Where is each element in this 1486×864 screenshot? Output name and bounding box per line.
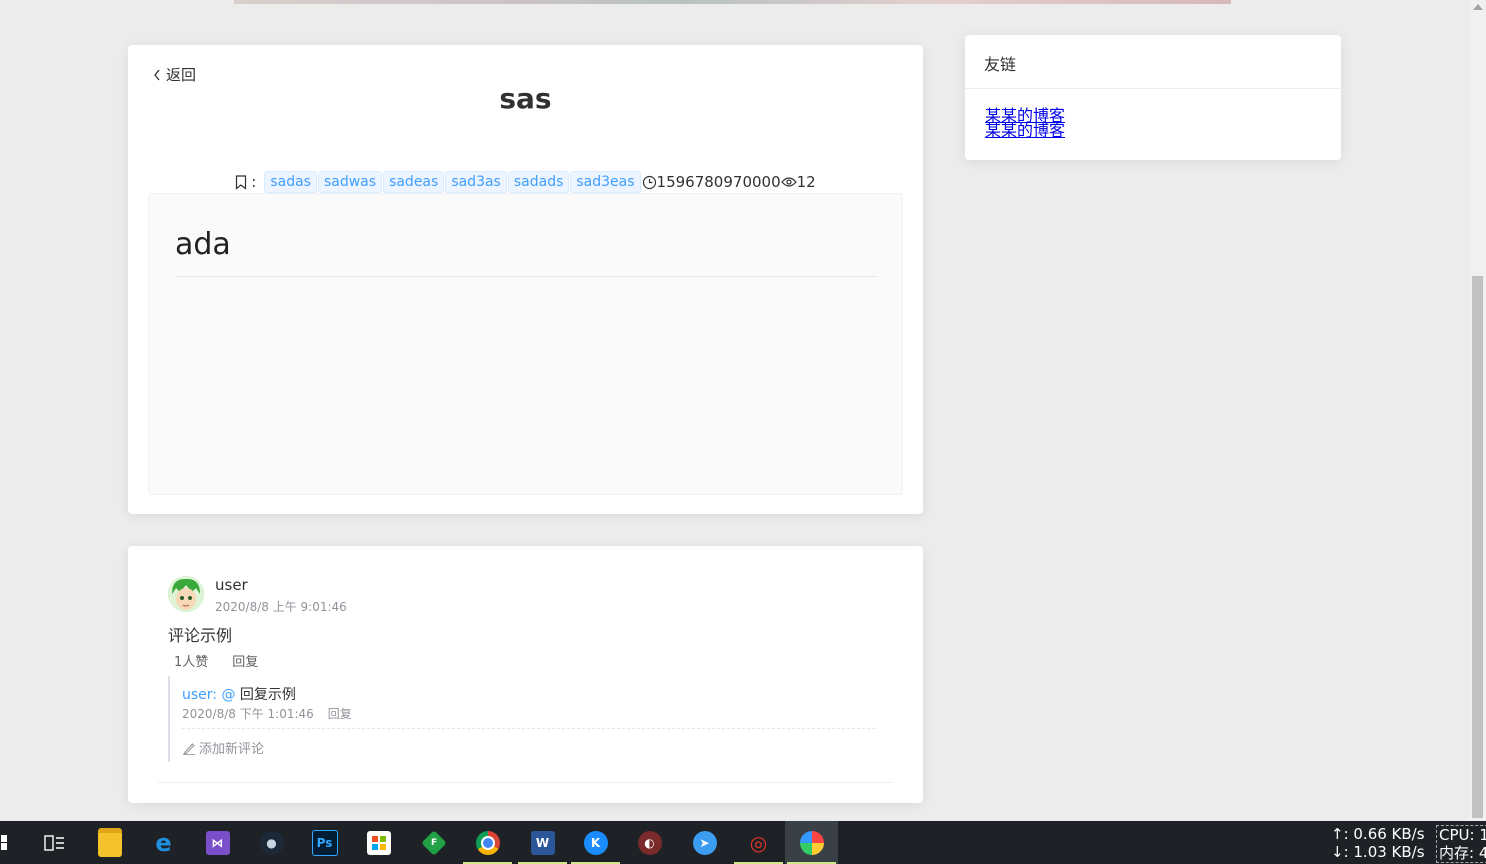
game-icon[interactable]: ◐	[623, 821, 676, 864]
word-icon[interactable]: W	[516, 821, 569, 864]
app-f-icon[interactable]: F	[407, 821, 460, 864]
reply-time: 2020/8/8 下午 1:01:46	[182, 707, 314, 721]
tag[interactable]: sadads	[507, 171, 570, 193]
tag[interactable]: sad3as	[445, 171, 507, 193]
comment-username[interactable]: user	[215, 576, 248, 594]
kugou-icon[interactable]: K	[569, 821, 622, 864]
feishu-icon[interactable]: ➤	[678, 821, 731, 864]
publish-time: 1596780970000	[642, 173, 781, 191]
content-heading: ada	[175, 227, 231, 262]
article-title: sas	[499, 82, 552, 115]
comment-actions: 1人赞 回复	[174, 651, 258, 670]
clock-icon	[642, 175, 656, 189]
cpu-usage: CPU: 1	[1439, 826, 1486, 844]
article-meta: : sadas sadwas sadeas sad3as sadads sad3…	[128, 171, 923, 193]
tag[interactable]: sad3eas	[570, 171, 641, 193]
add-comment-button[interactable]: 添加新评论	[182, 738, 264, 757]
reply-text: 回复示例	[239, 687, 296, 703]
comment-text: 评论示例	[168, 626, 233, 645]
tag[interactable]: sadeas	[383, 171, 445, 193]
scrollbar-thumb[interactable]	[1472, 276, 1483, 818]
comment-time: 2020/8/8 上午 9:01:46	[215, 600, 347, 614]
article-content: ada	[148, 193, 903, 495]
store-icon[interactable]	[352, 821, 405, 864]
divider	[965, 88, 1341, 89]
reply-item: user: @ 回复示例	[182, 684, 296, 704]
steam-icon[interactable]: ●	[245, 821, 298, 864]
upload-speed: ↑: 0.66 KB/s	[1331, 825, 1425, 843]
tag[interactable]: sadwas	[317, 171, 383, 193]
divider	[182, 728, 875, 729]
reply-mention[interactable]: @	[221, 687, 235, 703]
tag[interactable]: sadas	[264, 171, 317, 193]
network-speed: ↑: 0.66 KB/s ↓: 1.03 KB/s	[1331, 825, 1425, 861]
friend-link[interactable]: 某某的博客	[985, 123, 1065, 139]
windows-taskbar: e ⋈ ● Ps F W K ◐ ➤ ◎ ↑: 0.66 KB/s ↓: 1.0…	[0, 821, 1486, 864]
eye-icon	[780, 177, 797, 187]
friend-links-title: 友链	[984, 55, 1017, 74]
comments-card: user 2020/8/8 上午 9:01:46 评论示例 1人赞 回复 use…	[128, 546, 923, 803]
start-icon[interactable]	[0, 821, 16, 864]
reply-meta: 2020/8/8 下午 1:01:46 回复	[182, 705, 352, 722]
content-divider	[175, 276, 877, 277]
edge-icon[interactable]: e	[137, 821, 190, 864]
reply-list: user: @ 回复示例 2020/8/8 下午 1:01:46 回复 添加新评…	[168, 676, 875, 762]
article-card: 返回 sas : sadas sadwas sadeas sad3as sada…	[128, 45, 923, 514]
system-monitor: CPU: 1 内存: 4	[1436, 825, 1486, 863]
reply-button[interactable]: 回复	[232, 651, 258, 670]
avatar	[168, 576, 204, 612]
colorful-app-icon[interactable]	[785, 821, 838, 864]
scroll-up-arrow-icon[interactable]	[1473, 4, 1483, 10]
tag-label: :	[235, 173, 256, 191]
view-count: 12	[780, 173, 816, 191]
like-button[interactable]: 1人赞	[174, 651, 208, 670]
file-explorer-icon[interactable]	[83, 821, 136, 864]
visual-studio-icon[interactable]: ⋈	[191, 821, 244, 864]
weibo-icon[interactable]: ◎	[732, 821, 785, 864]
divider	[158, 782, 893, 783]
header-banner-image	[234, 0, 1231, 4]
reply-reply-button[interactable]: 回复	[328, 705, 352, 722]
chevron-left-icon	[154, 69, 160, 80]
friend-links-card: 友链 某某的博客 某某的博客	[965, 35, 1341, 160]
bookmark-icon	[236, 174, 247, 190]
reply-username[interactable]: user:	[182, 687, 217, 703]
photoshop-icon[interactable]: Ps	[298, 821, 351, 864]
task-view-icon[interactable]	[28, 821, 81, 864]
friend-links-list: 某某的博客 某某的博客	[985, 108, 1065, 139]
download-speed: ↓: 1.03 KB/s	[1331, 843, 1425, 861]
memory-usage: 内存: 4	[1439, 844, 1486, 862]
pencil-icon	[183, 742, 195, 755]
chrome-icon[interactable]	[461, 821, 514, 864]
